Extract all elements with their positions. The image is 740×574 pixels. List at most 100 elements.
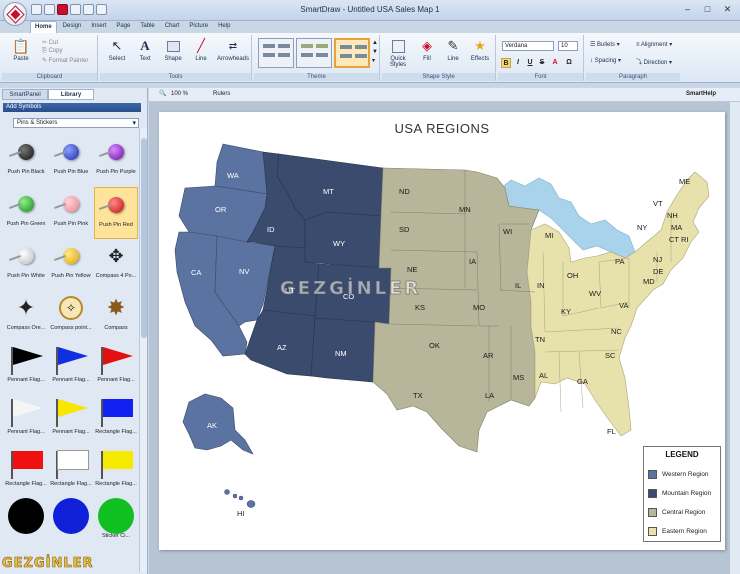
format-painter-button[interactable]: ✎ Format Painter (42, 57, 88, 64)
tab-page[interactable]: Page (112, 21, 134, 33)
tab-chart[interactable]: Chart (161, 21, 184, 33)
symbol-rectangle-flag-red[interactable]: Rectangle Flag... (4, 447, 48, 499)
theme-option-3[interactable] (334, 38, 370, 68)
line-tool-icon: ╱ (197, 38, 205, 53)
symbol-push-pin-red[interactable]: Push Pin Red (94, 187, 138, 239)
select-button[interactable]: ↖ Select (104, 38, 130, 62)
format-painter-label: Format Painter (48, 58, 89, 64)
library-select[interactable]: Pins & Stickers ▾ (13, 118, 139, 128)
symbol-compass-ore[interactable]: ✦ Compass Ore... (4, 291, 48, 343)
tab-table[interactable]: Table (136, 21, 158, 33)
state-wa[interactable] (214, 143, 272, 195)
font-color-button[interactable]: A (550, 58, 560, 68)
symbol-pennant-flag-yellow[interactable]: Pennant Flag... (49, 395, 93, 447)
symbol-pennant-flag-red[interactable]: Pennant Flag... (94, 343, 138, 395)
symbol-pennant-flag-white[interactable]: Pennant Flag... (4, 395, 48, 447)
quick-styles-button[interactable]: Quick Styles (384, 38, 412, 68)
panel-scrollbar[interactable] (139, 128, 147, 572)
copy-button[interactable]: ⎘ Copy (42, 48, 62, 55)
arrowheads-button[interactable]: ⇄ Arrowheads (216, 38, 250, 63)
bullets-button[interactable]: ☰ Bullets ▾ (590, 41, 620, 48)
italic-button[interactable]: I (513, 58, 523, 68)
symbol-compass-point[interactable]: ✧ Compass point... (49, 291, 93, 343)
shape-button[interactable]: Shape (160, 38, 186, 62)
canvas-scrollbar[interactable] (730, 102, 740, 574)
close-button[interactable]: ✕ (719, 3, 736, 16)
drawing-page[interactable]: USA REGIONS WA OR CA NV ID MT WY UT CO A… (159, 112, 725, 550)
label-nv: NV (239, 267, 249, 276)
cut-button[interactable]: ✂ Cut (42, 39, 58, 46)
legend[interactable]: LEGEND Western Region Mountain Region Ce… (643, 446, 721, 542)
state-ak[interactable] (182, 393, 254, 455)
fill-button[interactable]: ◈ Fill (416, 38, 438, 62)
font-family-select[interactable]: Verdana (502, 41, 554, 51)
symbol-rectangle-flag-yellow[interactable]: Rectangle Flag... (94, 447, 138, 499)
alignment-button[interactable]: ≡ Alignment ▾ (636, 41, 672, 48)
effects-button[interactable]: ★ Effects (468, 38, 492, 62)
maximize-button[interactable]: □ (699, 3, 716, 16)
direction-button[interactable]: ⤵ Direction ▾ (636, 57, 672, 66)
tab-picture[interactable]: Picture (185, 21, 212, 33)
label-ak: AK (207, 421, 217, 430)
symbol-sticker-green[interactable]: Sticker Ci... (94, 498, 138, 551)
symbol-push-pin-yellow[interactable]: Push Pin Yellow (49, 239, 93, 291)
theme-option-2[interactable] (296, 38, 332, 68)
symbol-compass[interactable]: ✸ Compass (94, 291, 138, 343)
tab-design[interactable]: Design (59, 21, 86, 33)
spacing-button[interactable]: ↕ Spacing ▾ (590, 57, 621, 64)
symbol-rectangle-flag-white[interactable]: Rectangle Flag... (49, 447, 93, 499)
symbol-push-pin-blue[interactable]: Push Pin Blue (49, 135, 93, 187)
select-label: Select (108, 56, 126, 62)
push-pin-yellow-icon (63, 248, 79, 264)
symbol-push-pin-green[interactable]: Push Pin Green (4, 187, 48, 239)
minimize-button[interactable]: – (679, 3, 696, 16)
symbol-omega-button[interactable]: Ω (564, 58, 574, 68)
tab-home[interactable]: Home (30, 21, 57, 33)
panel-scroll-thumb[interactable] (141, 138, 147, 338)
label-ia: IA (469, 257, 476, 266)
symbol-push-pin-black[interactable]: Push Pin Black (4, 135, 48, 187)
symbol-compass-4-point[interactable]: ✥ Compass 4 Po... (94, 239, 138, 291)
font-size-select[interactable]: 10 (558, 41, 578, 51)
label-ks: KS (415, 303, 425, 312)
theme-option-1[interactable] (258, 38, 294, 68)
tab-smartpanel[interactable]: SmartPanel (2, 89, 48, 100)
text-button[interactable]: A Text (132, 38, 158, 62)
central-region[interactable] (372, 167, 540, 453)
line-style-button[interactable]: ✎ Line (442, 38, 464, 62)
label-wi: WI (503, 227, 512, 236)
line-tool-button[interactable]: ╱ Line (188, 38, 214, 62)
label-wa: WA (227, 171, 239, 180)
tab-help[interactable]: Help (214, 21, 234, 33)
zoom-icon[interactable]: 🔍 (159, 90, 166, 97)
symbol-rectangle-flag-blue[interactable]: Rectangle Flag... (94, 395, 138, 447)
smarthelp-button[interactable]: SmartHelp (686, 91, 716, 97)
compass-4-point-icon: ✥ (108, 245, 124, 266)
drawing-canvas[interactable]: USA REGIONS WA OR CA NV ID MT WY UT CO A… (149, 102, 740, 574)
label-nc: NC (611, 327, 622, 336)
symbol-sticker-black[interactable] (4, 498, 48, 551)
rulers-toggle[interactable]: Rulers (213, 91, 230, 97)
symbol-sticker-blue[interactable] (49, 498, 93, 551)
label-wy: WY (333, 239, 345, 248)
strikethrough-button[interactable]: S (537, 58, 547, 68)
spacing-label: Spacing (594, 58, 617, 64)
tab-library[interactable]: Library (48, 89, 94, 100)
paste-button[interactable]: 📋 Paste (8, 38, 34, 63)
state-hi[interactable] (224, 489, 256, 508)
theme-scroll-icon[interactable]: ▲ ▼ ▾ (372, 39, 378, 66)
symbol-push-pin-purple[interactable]: Push Pin Purple (94, 135, 138, 187)
symbol-pennant-flag-blue[interactable]: Pennant Flag... (49, 343, 93, 395)
label-az: AZ (277, 343, 287, 352)
tab-insert[interactable]: Insert (87, 21, 110, 33)
app-menu-button[interactable] (3, 2, 27, 26)
symbol-push-pin-pink[interactable]: Push Pin Pink (49, 187, 93, 239)
symbol-pennant-flag-black[interactable]: Pennant Flag... (4, 343, 48, 395)
symbol-push-pin-white[interactable]: Push Pin White (4, 239, 48, 291)
add-symbols-button[interactable]: Add Symbols (3, 103, 141, 112)
usa-map[interactable]: WA OR CA NV ID MT WY UT CO AZ NM ND SD N… (159, 112, 725, 550)
underline-button[interactable]: U (525, 58, 535, 68)
bold-button[interactable]: B (501, 58, 511, 68)
label-oh: OH (567, 271, 578, 280)
zoom-level[interactable]: 100 % (171, 91, 188, 97)
